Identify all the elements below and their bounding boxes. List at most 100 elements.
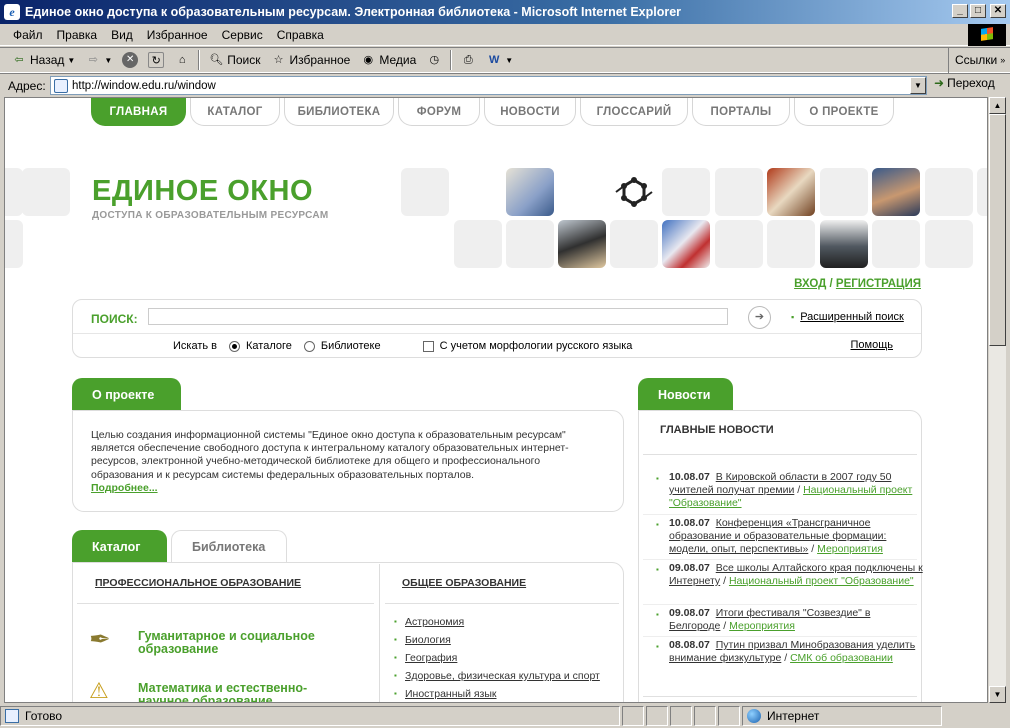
feather-icon: ✒ bbox=[89, 624, 111, 654]
toolbar: ⇦ Назад ▼ ⇨ ▼ ✕ ↻ ⌂ 🔍︎ Поиск ☆ Избранное ◉ Мед… bbox=[0, 47, 1010, 73]
about-tab[interactable]: О проекте bbox=[72, 378, 181, 411]
menu-bar: Файл Правка Вид Избранное Сервис Справка bbox=[0, 24, 1010, 46]
help-link[interactable]: Помощь bbox=[851, 339, 894, 351]
search-panel: ПОИСК: ➔ ▪ Расширенный поиск Искать в Кат… bbox=[72, 299, 922, 358]
window-title: Единое окно доступа к образовательным ре… bbox=[25, 5, 682, 19]
globe-icon bbox=[747, 709, 761, 723]
links-label: Ссылки bbox=[955, 53, 998, 67]
morphology-checkbox[interactable] bbox=[422, 340, 434, 352]
vertical-scrollbar[interactable]: ▲ ▼ bbox=[988, 97, 1006, 703]
stop-button[interactable]: ✕ bbox=[117, 52, 143, 68]
news-date: 10.08.07 bbox=[669, 517, 710, 529]
nav-tab-news[interactable]: НОВОСТИ bbox=[484, 98, 576, 126]
minimize-button[interactable]: _ bbox=[952, 4, 968, 18]
nav-tab-forum[interactable]: ФОРУМ bbox=[398, 98, 480, 126]
general-education-header[interactable]: ОБЩЕЕ ОБРАЗОВАНИЕ bbox=[402, 577, 526, 589]
prof-education-header[interactable]: ПРОФЕССИОНАЛЬНОЕ ОБРАЗОВАНИЕ bbox=[95, 577, 301, 589]
menu-tools[interactable]: Сервис bbox=[215, 28, 270, 42]
menu-help[interactable]: Справка bbox=[270, 28, 331, 42]
search-label: ПОИСК: bbox=[91, 312, 138, 326]
molecule-image bbox=[610, 168, 658, 216]
news-separator: / bbox=[723, 575, 727, 587]
close-button[interactable]: ✕ bbox=[990, 4, 1006, 18]
catalog-tab[interactable]: Каталог bbox=[72, 530, 167, 563]
scroll-thumb[interactable] bbox=[989, 114, 1006, 346]
windows-logo bbox=[968, 24, 1006, 46]
library-tab[interactable]: Библиотека bbox=[171, 530, 287, 563]
search-input[interactable] bbox=[148, 308, 728, 325]
page-done-icon bbox=[5, 709, 19, 723]
media-label: Медиа bbox=[379, 53, 417, 67]
general-item-biology[interactable]: Биология bbox=[394, 634, 451, 646]
prof-item-humanities[interactable]: Гуманитарное и социальное образование bbox=[138, 630, 358, 656]
zone-text: Интернет bbox=[767, 709, 820, 723]
status-text: Готово bbox=[25, 709, 63, 723]
register-link[interactable]: РЕГИСТРАЦИЯ bbox=[836, 278, 921, 290]
news-separator: / bbox=[784, 652, 788, 664]
general-item-astronomy[interactable]: Астрономия bbox=[394, 616, 464, 628]
address-input[interactable]: http://window.edu.ru/window bbox=[50, 76, 927, 95]
search-in-label: Искать в bbox=[173, 340, 218, 352]
news-tag-link[interactable]: Национальный проект "Образование" bbox=[729, 575, 914, 587]
news-tag-link[interactable]: Мероприятия bbox=[729, 620, 795, 632]
login-link[interactable]: ВХОД bbox=[794, 278, 826, 290]
scroll-up-button[interactable]: ▲ bbox=[989, 97, 1006, 114]
favorites-button[interactable]: ☆ Избранное bbox=[266, 52, 356, 68]
nav-tab-catalog[interactable]: КАТАЛОГ bbox=[190, 98, 280, 126]
news-item: 09.08.07 Итоги фестиваля "Созвездие" в Б… bbox=[656, 607, 924, 633]
news-tag-link[interactable]: Мероприятия bbox=[817, 543, 883, 555]
nav-tab-portals[interactable]: ПОРТАЛЫ bbox=[692, 98, 790, 126]
arrow-right-icon: ➔ bbox=[754, 311, 765, 323]
site-logo-title[interactable]: ЕДИНОЕ ОКНО bbox=[92, 175, 313, 208]
go-label: Переход bbox=[947, 76, 995, 90]
news-date: 08.08.07 bbox=[669, 639, 710, 651]
general-item-geography[interactable]: География bbox=[394, 652, 457, 664]
media-button[interactable]: ◉ Медиа bbox=[355, 52, 421, 68]
news-separator: / bbox=[811, 543, 815, 555]
news-tag-link[interactable]: СМК об образовании bbox=[790, 652, 893, 664]
news-separator: / bbox=[797, 484, 801, 496]
print-button[interactable]: ⎙ bbox=[455, 52, 481, 68]
nav-tab-about[interactable]: О ПРОЕКТЕ bbox=[794, 98, 894, 126]
menu-edit[interactable]: Правка bbox=[50, 28, 105, 42]
menu-file[interactable]: Файл bbox=[6, 28, 50, 42]
status-main: Готово bbox=[0, 706, 620, 726]
photo-graduate bbox=[558, 220, 606, 268]
scroll-down-button[interactable]: ▼ bbox=[989, 686, 1006, 703]
search-button[interactable]: 🔍︎ Поиск bbox=[203, 52, 265, 68]
news-heading: ГЛАВНЫЕ НОВОСТИ bbox=[660, 424, 774, 436]
advanced-search-label: Расширенный поиск bbox=[800, 311, 904, 323]
word-icon: W bbox=[489, 54, 500, 66]
search-submit-button[interactable]: ➔ bbox=[748, 306, 771, 329]
home-button[interactable]: ⌂ bbox=[169, 52, 195, 68]
news-tab[interactable]: Новости bbox=[638, 378, 733, 411]
photo-books bbox=[506, 168, 554, 216]
prof-item-math[interactable]: Математика и естественно-научное образов… bbox=[138, 682, 358, 703]
back-button[interactable]: ⇦ Назад ▼ bbox=[6, 52, 80, 68]
about-more-link[interactable]: Подробнее... bbox=[91, 482, 158, 494]
refresh-icon: ↻ bbox=[148, 52, 165, 68]
forward-arrow-icon: ⇨ bbox=[88, 54, 98, 66]
radio-library[interactable] bbox=[303, 340, 315, 352]
news-date: 09.08.07 bbox=[669, 562, 710, 574]
menu-favorites[interactable]: Избранное bbox=[140, 28, 215, 42]
nav-tab-home[interactable]: ГЛАВНАЯ bbox=[91, 98, 186, 126]
maximize-button[interactable]: □ bbox=[970, 4, 986, 18]
general-item-foreign-language[interactable]: Иностранный язык bbox=[394, 688, 496, 700]
nav-tab-library[interactable]: БИБЛИОТЕКА bbox=[284, 98, 394, 126]
radio-catalog[interactable] bbox=[229, 340, 241, 352]
edit-button[interactable]: W ▼ bbox=[481, 52, 518, 68]
general-item-health[interactable]: Здоровье, физическая культура и спорт bbox=[394, 670, 600, 682]
refresh-button[interactable]: ↻ bbox=[143, 52, 169, 68]
advanced-search-link[interactable]: ▪ Расширенный поиск bbox=[791, 311, 904, 323]
menu-view[interactable]: Вид bbox=[104, 28, 140, 42]
page-icon bbox=[54, 78, 68, 93]
forward-button[interactable]: ⇨ ▼ bbox=[80, 52, 117, 68]
nav-tab-glossary[interactable]: ГЛОССАРИЙ bbox=[580, 98, 688, 126]
news-item: 10.08.07 Конференция «Трансграничное обр… bbox=[656, 517, 924, 556]
go-button[interactable]: ➜ Переход bbox=[934, 76, 995, 90]
address-dropdown-button[interactable]: ▼ bbox=[910, 77, 926, 94]
news-date: 09.08.07 bbox=[669, 607, 710, 619]
links-bar[interactable]: Ссылки» bbox=[948, 47, 1010, 73]
history-button[interactable]: ◷ bbox=[421, 52, 447, 68]
